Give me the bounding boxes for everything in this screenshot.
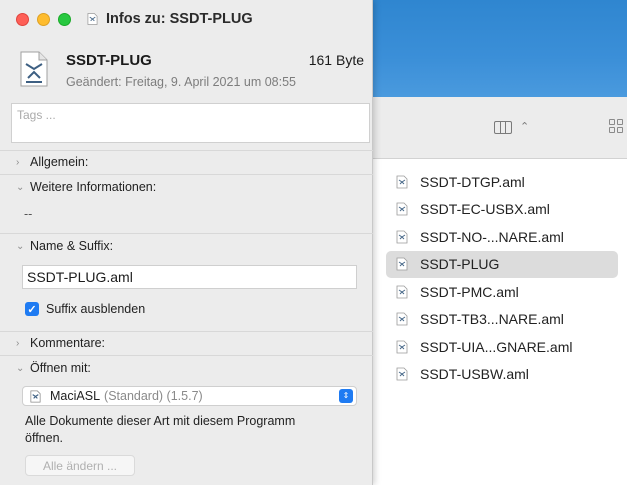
section-name-suffix-toggle[interactable]: ⌄ Name & Suffix: [0, 234, 373, 258]
tags-input[interactable]: Tags ... [11, 103, 370, 143]
chevron-down-icon: ⌄ [16, 362, 25, 374]
modified-date: Geändert: Freitag, 9. April 2021 um 08:5… [66, 75, 296, 89]
file-name: SSDT-PLUG [420, 256, 500, 273]
section-general-toggle[interactable]: › Allgemein: [0, 151, 373, 173]
file-size: 161 Byte [308, 52, 364, 68]
columns-icon [494, 121, 512, 134]
chevron-right-icon: › [16, 156, 20, 168]
column-view-button[interactable]: ⌃ [494, 121, 529, 134]
hide-suffix-checkbox[interactable]: ✓ Suffix ausblenden [25, 302, 145, 316]
file-item-ssdt-plug[interactable]: SSDT-PLUG [386, 250, 618, 278]
file-item-ssdt-ec-usbx[interactable]: SSDT-EC-USBX.aml [386, 196, 618, 224]
finder-toolbar: ⌃ [372, 97, 627, 159]
file-item-ssdt-no-nare[interactable]: SSDT-NO-...NARE.aml [386, 223, 618, 251]
section-general: › Allgemein: [0, 150, 373, 173]
aml-file-icon [87, 12, 98, 26]
select-arrows-icon: ⇕ [339, 389, 353, 403]
section-more-info-label: Weitere Informationen: [30, 180, 157, 194]
maciasl-app-icon [29, 390, 42, 403]
section-name-suffix-label: Name & Suffix: [30, 239, 114, 253]
aml-file-icon [396, 312, 408, 326]
app-name: MaciASL [50, 389, 101, 403]
file-name: SSDT-PMC.aml [420, 283, 519, 300]
section-comments-toggle[interactable]: › Kommentare: [0, 332, 373, 354]
section-general-label: Allgemein: [30, 155, 89, 169]
close-button[interactable] [16, 12, 29, 26]
file-name: SSDT-TB3...NARE.aml [420, 311, 564, 328]
aml-file-icon [396, 230, 408, 244]
aml-file-icon [396, 367, 408, 381]
file-item-ssdt-tb3-nare[interactable]: SSDT-TB3...NARE.aml [386, 306, 618, 334]
chevron-updown-icon: ⌃ [520, 121, 530, 133]
zoom-button[interactable] [58, 12, 71, 26]
section-comments: › Kommentare: [0, 331, 373, 354]
more-info-value: -- [24, 207, 33, 221]
file-item-ssdt-uia-gnare[interactable]: SSDT-UIA...GNARE.aml [386, 333, 618, 361]
minimize-button[interactable] [37, 12, 50, 26]
name-field[interactable]: SSDT-PLUG.aml [22, 265, 357, 289]
section-more-info: ⌄ Weitere Informationen: -- [0, 174, 373, 229]
aml-file-icon [396, 202, 408, 216]
app-detail: (Standard) (1.5.7) [104, 389, 203, 403]
finder-file-list: SSDT-DTGP.aml SSDT-EC-USBX.aml SSDT-NO-.… [386, 168, 618, 388]
file-summary: SSDT-PLUG 161 Byte Geändert: Freitag, 9.… [0, 38, 372, 94]
aml-document-icon [18, 50, 50, 88]
file-item-ssdt-pmc[interactable]: SSDT-PMC.aml [386, 278, 618, 306]
file-name: SSDT-DTGP.aml [420, 173, 525, 190]
aml-file-icon [396, 175, 408, 189]
title-bar[interactable]: Infos zu: SSDT-PLUG [0, 0, 372, 38]
aml-file-icon [396, 257, 408, 271]
aml-file-icon [396, 340, 408, 354]
open-with-description: Alle Dokumente dieser Art mit diesem Pro… [25, 414, 296, 445]
section-open-with-label: Öffnen mit: [30, 361, 91, 375]
aml-file-icon [396, 285, 408, 299]
group-view-icon[interactable] [609, 119, 623, 133]
file-name: SSDT-EC-USBX.aml [420, 201, 550, 218]
section-open-with-toggle[interactable]: ⌄ Öffnen mit: [0, 356, 373, 380]
file-name-heading: SSDT-PLUG [66, 52, 152, 69]
open-with-app-select[interactable]: MaciASL (Standard) (1.5.7) ⇕ [22, 386, 357, 406]
chevron-down-icon: ⌄ [16, 240, 25, 252]
checkmark-icon[interactable]: ✓ [25, 302, 39, 316]
file-name: SSDT-NO-...NARE.aml [420, 228, 564, 245]
file-name: SSDT-UIA...GNARE.aml [420, 338, 573, 355]
finder-desktop-background [372, 0, 627, 97]
file-item-ssdt-usbw[interactable]: SSDT-USBW.aml [386, 361, 618, 389]
info-window: Infos zu: SSDT-PLUG SSDT-PLUG 161 Byte G… [0, 0, 373, 485]
chevron-down-icon: ⌄ [16, 181, 25, 193]
window-title: Infos zu: SSDT-PLUG [106, 11, 253, 27]
section-comments-label: Kommentare: [30, 336, 106, 350]
section-more-info-toggle[interactable]: ⌄ Weitere Informationen: [0, 175, 373, 199]
hide-suffix-label: Suffix ausblenden [46, 302, 146, 316]
chevron-right-icon: › [16, 337, 20, 349]
change-all-button[interactable]: Alle ändern ... [25, 455, 135, 476]
tags-placeholder: Tags ... [17, 108, 56, 122]
file-item-ssdt-dtgp[interactable]: SSDT-DTGP.aml [386, 168, 618, 196]
file-name: SSDT-USBW.aml [420, 366, 529, 383]
